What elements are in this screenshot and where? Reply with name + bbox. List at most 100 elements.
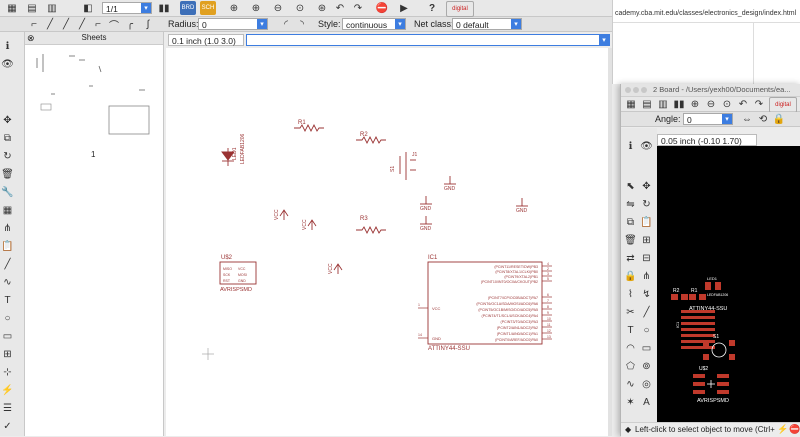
text-icon[interactable]: T bbox=[0, 294, 15, 307]
zoom-redraw-icon[interactable]: ⊙ bbox=[292, 1, 308, 15]
wire-icon[interactable]: ╱ bbox=[639, 306, 654, 319]
zoom-fit-icon[interactable]: ⊕ bbox=[226, 1, 242, 15]
sheet-prev-icon[interactable]: ▮▮ bbox=[671, 97, 687, 111]
wire-bend-4-icon[interactable]: ⌐ bbox=[90, 17, 106, 31]
help-icon[interactable]: ? bbox=[424, 1, 440, 15]
fab-logo-icon[interactable]: digital bbox=[769, 97, 797, 113]
info-icon[interactable]: ℹ bbox=[623, 140, 638, 153]
redo-icon[interactable]: ↷ bbox=[350, 1, 366, 15]
pcb-r2-pad-2[interactable] bbox=[681, 294, 688, 300]
layers-icon[interactable]: ▤ bbox=[24, 1, 40, 15]
board-switch-icon[interactable]: BRD bbox=[180, 1, 196, 15]
pcb-r1-pad-2[interactable] bbox=[699, 294, 706, 300]
pcb-r1-pad-1[interactable] bbox=[689, 294, 696, 300]
wire-bend-2-icon[interactable]: ╱ bbox=[58, 17, 74, 31]
auto-icon[interactable]: A bbox=[639, 396, 654, 409]
select-icon[interactable]: ⬉ bbox=[623, 180, 638, 193]
group-icon[interactable]: ▦ bbox=[0, 204, 15, 217]
pcb-led-pad-2[interactable] bbox=[715, 282, 721, 290]
wire-bend-0-icon[interactable]: ⌐ bbox=[26, 17, 42, 31]
delete-icon[interactable]: 🗑 bbox=[623, 234, 638, 247]
stop-icon[interactable]: ⛔ bbox=[374, 1, 390, 15]
rect-icon[interactable]: ▭ bbox=[639, 342, 654, 355]
sheet-prev-icon[interactable]: ◧ bbox=[80, 1, 96, 15]
window-close-icon[interactable] bbox=[625, 87, 631, 93]
rect-icon[interactable]: ▭ bbox=[0, 330, 15, 343]
undo-icon[interactable]: ↶ bbox=[332, 1, 348, 15]
zoom-redraw-icon[interactable]: ⊙ bbox=[719, 97, 735, 111]
signal-icon[interactable]: ∿ bbox=[623, 378, 638, 391]
junction-icon[interactable]: ⊹ bbox=[0, 366, 15, 379]
netclass-select[interactable]: 0 default ▾ bbox=[452, 18, 522, 30]
paste-icon[interactable]: 📋 bbox=[639, 216, 654, 229]
redo-icon[interactable]: ↷ bbox=[751, 97, 767, 111]
zoom-out-icon[interactable]: ⊖ bbox=[270, 1, 286, 15]
lock-icon[interactable]: 🔒 bbox=[771, 112, 787, 126]
eye-icon[interactable]: 👁 bbox=[0, 58, 15, 71]
window-min-icon[interactable] bbox=[633, 87, 639, 93]
arc-icon[interactable]: ◠ bbox=[623, 342, 638, 355]
label-icon[interactable]: ⊞ bbox=[0, 348, 15, 361]
window-max-icon[interactable] bbox=[641, 87, 647, 93]
info-icon[interactable]: ℹ bbox=[0, 40, 15, 53]
arc-cap-round-icon[interactable]: ◝ bbox=[294, 17, 310, 31]
zoom-in-icon[interactable]: ⊕ bbox=[687, 97, 703, 111]
radius-input[interactable]: 0 ▾ bbox=[198, 18, 268, 30]
wire-icon[interactable]: ╱ bbox=[0, 258, 15, 271]
ripup-icon[interactable]: ✂ bbox=[623, 306, 638, 319]
replace-icon[interactable]: ⊟ bbox=[639, 252, 654, 265]
route-icon[interactable]: ↯ bbox=[639, 288, 654, 301]
spin-icon[interactable]: ⟲ bbox=[755, 112, 771, 126]
pcb-s1-pad-1[interactable] bbox=[703, 340, 709, 346]
net-icon[interactable]: ∿ bbox=[0, 276, 15, 289]
vertical-scrollbar[interactable] bbox=[608, 48, 612, 436]
optimize-icon[interactable]: ⌇ bbox=[623, 288, 638, 301]
sch-switch-icon[interactable]: SCH bbox=[200, 1, 216, 15]
fab-logo-icon[interactable]: digital bbox=[446, 1, 474, 17]
arc-cap-flat-icon[interactable]: ◜ bbox=[278, 17, 294, 31]
delete-icon[interactable]: 🗑 bbox=[0, 168, 15, 181]
schematic-canvas[interactable]: R1 R2 R3 LED1 LEDFAB1206 S1 J1 VCC VCC V… bbox=[166, 48, 608, 436]
sheet-selector[interactable]: 1/1 ▾ bbox=[102, 2, 152, 14]
move-icon[interactable]: ✥ bbox=[0, 114, 15, 127]
copy-icon[interactable]: ⧉ bbox=[0, 132, 15, 145]
mirror-icon[interactable]: ⇔ bbox=[739, 112, 755, 126]
text-icon[interactable]: T bbox=[623, 324, 638, 337]
go-icon[interactable]: ▶ bbox=[396, 1, 412, 15]
eye-icon[interactable]: 👁 bbox=[639, 140, 654, 153]
pcb-s1-pad-2[interactable] bbox=[729, 340, 735, 346]
layers-icon[interactable]: ▤ bbox=[639, 97, 655, 111]
sheet-list-icon[interactable]: ▮▮ bbox=[156, 1, 172, 15]
zoom-in-icon[interactable]: ⊕ bbox=[248, 1, 264, 15]
pcb-s1-pad-3[interactable] bbox=[703, 354, 709, 360]
grid-icon[interactable]: ▦ bbox=[623, 97, 639, 111]
drc-icon[interactable]: ✓ bbox=[0, 420, 15, 433]
lock-icon[interactable]: 🔒 bbox=[623, 270, 638, 283]
display-icon[interactable]: ▥ bbox=[655, 97, 671, 111]
mirror-icon[interactable]: ⇋ bbox=[623, 198, 638, 211]
wrench-icon[interactable]: 🔧 bbox=[0, 186, 15, 199]
ratsnest-icon[interactable]: ✶ bbox=[623, 396, 638, 409]
sheet-thumbnail[interactable] bbox=[29, 46, 159, 158]
circle-icon[interactable]: ○ bbox=[0, 312, 15, 325]
hole-icon[interactable]: ◎ bbox=[639, 378, 654, 391]
circle-icon[interactable]: ○ bbox=[639, 324, 654, 337]
attribute-icon[interactable]: ☰ bbox=[0, 402, 15, 415]
grid-icon[interactable]: ▦ bbox=[4, 1, 20, 15]
split-icon[interactable]: ⋔ bbox=[639, 270, 654, 283]
pcb-canvas[interactable]: LED1 LEDFAB1206 R2 R1 ATTINY44-SSU IC1 S… bbox=[657, 146, 800, 422]
polygon-icon[interactable]: ⬠ bbox=[623, 360, 638, 373]
angle-select[interactable]: 0 ▾ bbox=[683, 113, 733, 125]
style-select[interactable]: continuous ▾ bbox=[342, 18, 406, 30]
rotate-icon[interactable]: ↻ bbox=[639, 198, 654, 211]
display-icon[interactable]: ▥ bbox=[44, 1, 60, 15]
zoom-out-icon[interactable]: ⊖ bbox=[703, 97, 719, 111]
swap-icon[interactable]: ⇄ bbox=[623, 252, 638, 265]
rotate-icon[interactable]: ↻ bbox=[0, 150, 15, 163]
wire-bend-6-icon[interactable]: ╭ bbox=[122, 17, 138, 31]
wire-bend-1-icon[interactable]: ╱ bbox=[42, 17, 58, 31]
paste-icon[interactable]: 📋 bbox=[0, 240, 15, 253]
wire-bend-5-icon[interactable]: ⌒ bbox=[106, 17, 122, 32]
pcb-r2-pad-1[interactable] bbox=[671, 294, 678, 300]
copy-icon[interactable]: ⧉ bbox=[623, 216, 638, 229]
